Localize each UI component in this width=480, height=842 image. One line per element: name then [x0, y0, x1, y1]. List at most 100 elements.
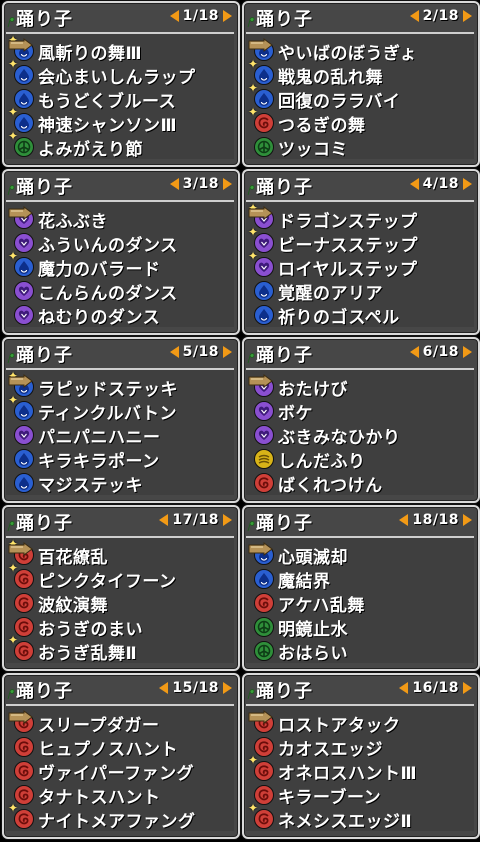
- skill-item[interactable]: タナトスハント: [14, 783, 161, 808]
- skill-item[interactable]: 明鏡止水: [254, 615, 348, 640]
- skill-list: ロストアタック カオスエッジ ✦ オネロスハントⅢ キラーブーン ✦ ネメシスエッジⅡ: [246, 704, 474, 832]
- page-next-arrow-icon[interactable]: [223, 682, 232, 694]
- skill-name: 百花繚乱: [38, 547, 108, 568]
- skill-item[interactable]: しんだふり: [254, 447, 366, 472]
- skill-item[interactable]: ✦ 魔力のバラード: [8, 250, 161, 280]
- page-indicator: 3/18: [182, 176, 219, 192]
- skill-item[interactable]: ✦ ロイヤルステップ: [248, 250, 418, 280]
- skill-item[interactable]: ✦ 百花繚乱: [8, 538, 108, 568]
- page-next-arrow-icon[interactable]: [223, 346, 232, 358]
- skill-item[interactable]: ふういんのダンス: [14, 231, 178, 256]
- skill-item[interactable]: 祈りのゴスペル: [254, 303, 400, 328]
- page-prev-arrow-icon[interactable]: [159, 514, 169, 526]
- skill-name: おたけび: [278, 379, 348, 400]
- skill-item[interactable]: ねむりのダンス: [14, 303, 160, 328]
- skill-item[interactable]: やいばのぼうぎょ: [248, 38, 417, 64]
- page-indicator: 1/18: [182, 8, 219, 24]
- skill-item[interactable]: ✦ ラピッドステッキ: [8, 370, 178, 400]
- skill-item[interactable]: キラキラポーン: [14, 447, 160, 472]
- red-swirl-icon: ✦: [248, 802, 274, 829]
- skill-item[interactable]: もうどくブルース: [14, 87, 176, 112]
- skill-name: つるぎの舞: [278, 115, 366, 136]
- panel-header: 踊り子 2/18: [244, 3, 478, 31]
- skill-item[interactable]: ✦ 風斬りの舞Ⅲ: [8, 34, 142, 64]
- skill-item[interactable]: 覚醒のアリア: [254, 279, 383, 304]
- skill-item[interactable]: おたけび: [248, 374, 348, 400]
- skill-item[interactable]: ✦ 神速シャンソンⅢ: [8, 106, 177, 136]
- skill-list: スリープダガー ヒュプノスハント ヴァイパーファング タナトスハント ✦ ナイトメアファン…: [6, 704, 234, 832]
- skill-list: ✦ ドラゴンステップ ✦ ビーナスステップ ✦ ロイヤルステップ 覚醒のアリア祈りのゴスペル: [246, 200, 474, 328]
- skill-item[interactable]: ぶきみなひかり: [254, 423, 401, 448]
- skill-item[interactable]: ✦ 会心まいしんラップ: [8, 58, 196, 88]
- panel-header: 踊り子 3/18: [4, 171, 238, 199]
- skill-item[interactable]: パニパニハニー: [14, 423, 161, 448]
- skill-item[interactable]: ✦ 戦鬼の乱れ舞: [248, 58, 383, 88]
- skill-item[interactable]: ツッコミ: [254, 135, 348, 160]
- skill-panel: 踊り子 2/18 やいばのぼうぎょ ✦ 戦鬼の乱れ舞 ✦ 回復のララバイ ✦ つるぎの舞 ツッコミ: [242, 1, 480, 167]
- page-next-arrow-icon[interactable]: [463, 682, 472, 694]
- skill-name: こんらんのダンス: [38, 283, 178, 304]
- skill-item[interactable]: ヒュプノスハント: [14, 735, 178, 760]
- skill-item[interactable]: マジステッキ: [14, 471, 143, 496]
- panel-header: 踊り子 17/18: [4, 507, 238, 535]
- skill-item[interactable]: ✦ ティンクルバトン: [8, 394, 177, 424]
- page-next-arrow-icon[interactable]: [463, 178, 472, 190]
- skill-item[interactable]: ロストアタック: [248, 710, 401, 736]
- sparkle-icon: ✦: [8, 129, 19, 143]
- skill-name: パニパニハニー: [38, 427, 161, 448]
- skill-item[interactable]: こんらんのダンス: [14, 279, 178, 304]
- skill-item[interactable]: スリープダガー: [8, 710, 159, 736]
- page-next-arrow-icon[interactable]: [463, 10, 472, 22]
- skill-item[interactable]: ✦ ドラゴンステップ: [248, 202, 418, 232]
- skill-item[interactable]: アケハ乱舞: [254, 591, 365, 616]
- page-next-arrow-icon[interactable]: [223, 514, 232, 526]
- skill-item[interactable]: ✦ よみがえり節: [8, 130, 143, 160]
- skill-name: ピンクタイフーン: [38, 571, 177, 592]
- skill-name: 祈りのゴスペル: [278, 307, 400, 328]
- page-next-arrow-icon[interactable]: [463, 346, 472, 358]
- skill-name: ドラゴンステップ: [278, 211, 418, 232]
- panel-title: 踊り子: [16, 177, 73, 198]
- skill-item[interactable]: おはらい: [254, 639, 348, 664]
- skill-item[interactable]: ボケ: [254, 399, 313, 424]
- page-prev-arrow-icon[interactable]: [409, 346, 419, 358]
- skill-item[interactable]: おうぎのまい: [14, 615, 143, 640]
- skill-item[interactable]: ヴァイパーファング: [14, 759, 194, 784]
- skill-item[interactable]: ばくれつけん: [254, 471, 383, 496]
- page-prev-arrow-icon[interactable]: [409, 178, 419, 190]
- skill-item[interactable]: ✦ ナイトメアファング: [8, 802, 196, 832]
- page-prev-arrow-icon[interactable]: [169, 346, 179, 358]
- green-tri-icon: [254, 137, 274, 157]
- skill-item[interactable]: ✦ おうぎ乱舞Ⅱ: [8, 634, 137, 664]
- skill-item[interactable]: ✦ ビーナスステップ: [248, 226, 418, 256]
- page-next-arrow-icon[interactable]: [223, 10, 232, 22]
- skill-item[interactable]: 心頭滅却: [248, 542, 348, 568]
- skill-item[interactable]: 花ふぶき: [8, 206, 108, 232]
- page-prev-arrow-icon[interactable]: [159, 682, 169, 694]
- skill-item[interactable]: キラーブーン: [254, 783, 381, 808]
- sparkle-icon: ✦: [248, 57, 259, 71]
- blue-drop-icon: [14, 449, 34, 469]
- skill-item[interactable]: ✦ つるぎの舞: [248, 106, 366, 136]
- skill-item[interactable]: ✦ 回復のララバイ: [248, 82, 400, 112]
- page-prev-arrow-icon[interactable]: [169, 178, 179, 190]
- skill-panel: 踊り子 6/18 おたけび ボケ ぶきみなひかり しんだふり ばくれつけん: [242, 337, 480, 503]
- skill-list: 花ふぶき ふういんのダンス ✦ 魔力のバラードこんらんのダンス ねむりのダンス: [6, 200, 234, 328]
- sparkle-icon: ✦: [8, 57, 19, 71]
- page-prev-arrow-icon[interactable]: [399, 514, 409, 526]
- skill-item[interactable]: ✦ ネメシスエッジⅡ: [248, 802, 412, 832]
- page-next-arrow-icon[interactable]: [223, 178, 232, 190]
- skill-item[interactable]: 波紋演舞: [14, 591, 108, 616]
- skill-item[interactable]: カオスエッジ: [254, 735, 383, 760]
- skill-name: しんだふり: [278, 451, 366, 472]
- page-prev-arrow-icon[interactable]: [169, 10, 179, 22]
- page-prev-arrow-icon[interactable]: [399, 682, 409, 694]
- page-prev-arrow-icon[interactable]: [409, 10, 419, 22]
- panel-header: 踊り子 16/18: [244, 675, 478, 703]
- skill-item[interactable]: 魔結界: [254, 567, 331, 592]
- skill-item[interactable]: ✦ オネロスハントⅢ: [248, 754, 417, 784]
- page-next-arrow-icon[interactable]: [463, 514, 472, 526]
- sparkle-icon: ✦: [8, 105, 19, 119]
- skill-item[interactable]: ✦ ピンクタイフーン: [8, 562, 177, 592]
- green-tri-icon: [254, 617, 274, 637]
